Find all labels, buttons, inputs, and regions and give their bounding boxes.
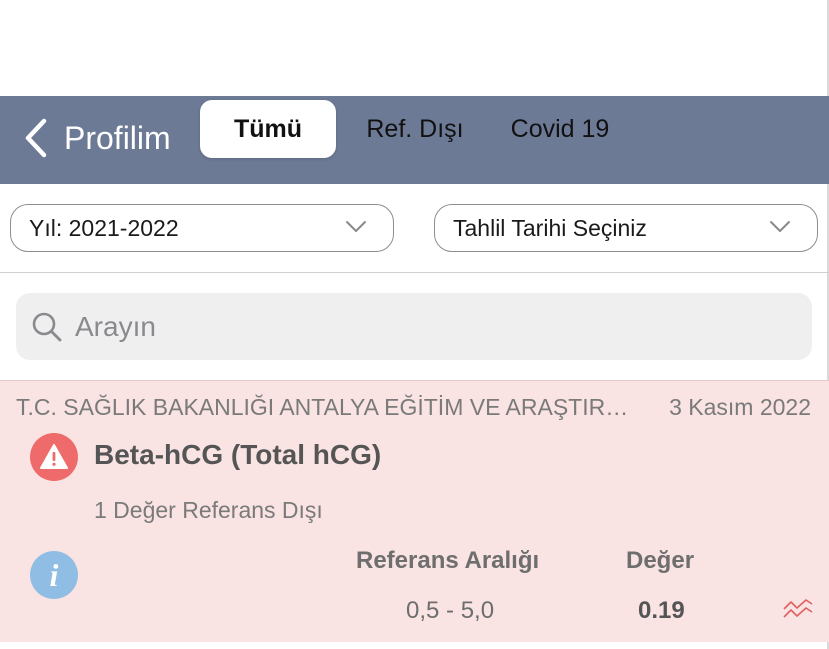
result-value: 0.19 bbox=[638, 597, 685, 624]
screen: Profilim Tümü Ref. Dışı Covid 19 Yıl: 20… bbox=[0, 0, 829, 649]
chevron-down-icon bbox=[770, 221, 790, 232]
year-select-value: Yıl: 2021-2022 bbox=[29, 214, 179, 241]
warning-icon bbox=[30, 433, 78, 481]
tab-out-of-range[interactable]: Ref. Dışı bbox=[348, 100, 482, 158]
test-date-select-value: Tahlil Tarihi Seçiniz bbox=[453, 214, 647, 241]
back-label: Profilim bbox=[64, 120, 171, 156]
chevron-left-icon bbox=[25, 118, 47, 158]
tab-covid-19[interactable]: Covid 19 bbox=[494, 100, 626, 158]
navigation-bar: Profilim Tümü Ref. Dışı Covid 19 bbox=[0, 96, 829, 184]
institution-name: T.C. SAĞLIK BAKANLIĞI ANTALYA EĞİTİM VE … bbox=[16, 394, 636, 420]
search-bar[interactable] bbox=[16, 293, 812, 360]
chevron-down-icon bbox=[346, 221, 366, 232]
result-card[interactable]: T.C. SAĞLIK BAKANLIĞI ANTALYA EĞİTİM VE … bbox=[0, 380, 829, 642]
search-icon bbox=[32, 312, 62, 341]
reference-range-header: Referans Aralığı bbox=[356, 547, 540, 574]
info-icon[interactable]: i bbox=[30, 551, 78, 599]
reference-range-value: 0,5 - 5,0 bbox=[406, 597, 495, 624]
test-date-select[interactable]: Tahlil Tarihi Seçiniz bbox=[434, 204, 818, 252]
result-date: 3 Kasım 2022 bbox=[669, 394, 811, 420]
trend-chart-icon[interactable] bbox=[782, 597, 814, 623]
year-select[interactable]: Yıl: 2021-2022 bbox=[10, 204, 394, 252]
test-name: Beta-hCG (Total hCG) bbox=[94, 439, 382, 470]
section-divider bbox=[0, 272, 829, 273]
tab-all[interactable]: Tümü bbox=[200, 100, 336, 158]
search-input[interactable] bbox=[75, 310, 755, 343]
value-header: Değer bbox=[626, 547, 695, 574]
out-of-range-count: 1 Değer Referans Dışı bbox=[94, 497, 323, 523]
back-button[interactable]: Profilim bbox=[24, 114, 171, 162]
